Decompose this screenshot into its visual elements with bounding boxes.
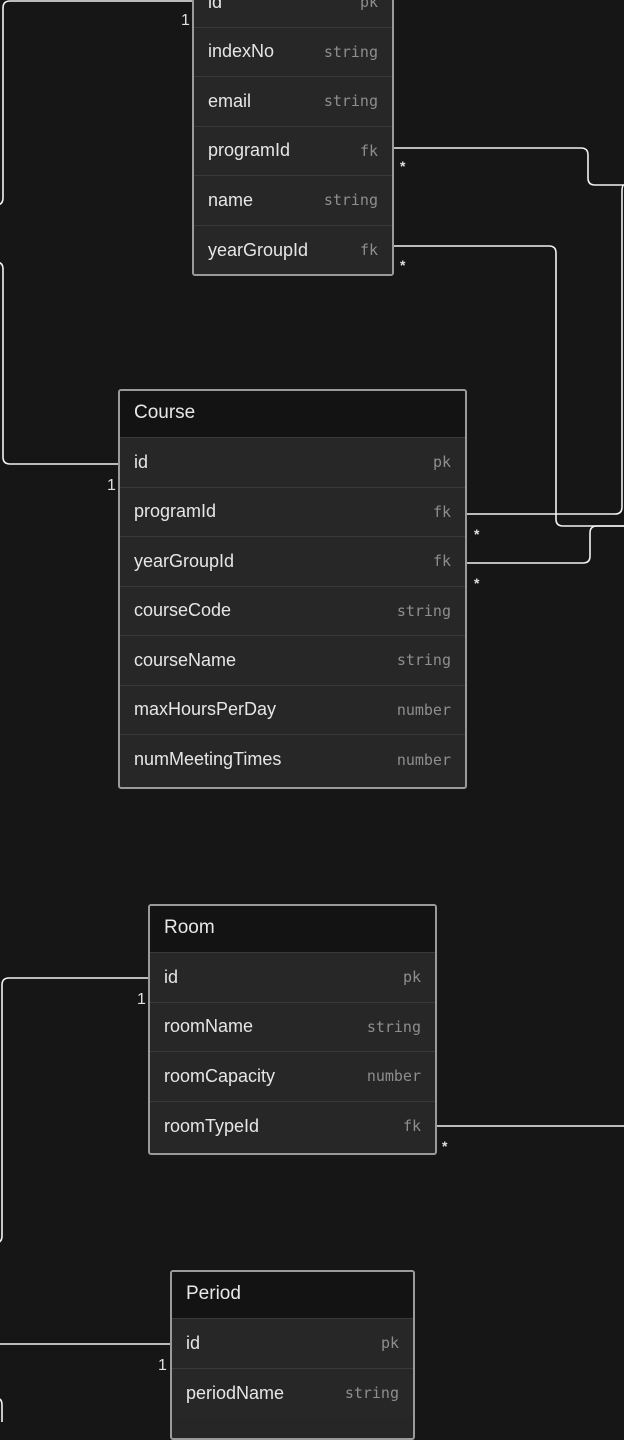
room-field-id[interactable]: id pk: [150, 953, 435, 1003]
cardinality-many-student-yearGroupId: *: [400, 257, 406, 273]
connector-period-bottom: [0, 1398, 3, 1422]
cardinality-one-student-id: 1: [181, 12, 190, 29]
cardinality-many-course-programId: *: [474, 526, 480, 542]
period-field-id[interactable]: id pk: [172, 1319, 413, 1369]
room-entity[interactable]: Room id pk roomName string roomCapacity …: [148, 904, 437, 1155]
connector-student-programId: [389, 147, 624, 186]
course-field-id[interactable]: id pk: [120, 438, 465, 488]
cardinality-one-course-id: 1: [107, 477, 116, 494]
connector-course-yearGroupId: [465, 525, 624, 564]
course-field-maxHoursPerDay[interactable]: maxHoursPerDay number: [120, 685, 465, 735]
cardinality-many-student-programId: *: [400, 158, 406, 174]
period-title: Period: [172, 1272, 413, 1319]
course-field-courseName[interactable]: courseName string: [120, 636, 465, 686]
course-field-yearGroupId[interactable]: yearGroupId fk: [120, 537, 465, 587]
room-field-roomCapacity[interactable]: roomCapacity number: [150, 1052, 435, 1102]
connector-course-programId: [465, 184, 624, 515]
connector-room-id: [0, 977, 154, 1243]
course-field-programId[interactable]: programId fk: [120, 487, 465, 537]
cardinality-one-room-id: 1: [137, 991, 146, 1008]
student-field-indexNo[interactable]: indexNo string: [194, 27, 392, 77]
cardinality-one-period-id: 1: [158, 1357, 167, 1374]
student-field-name[interactable]: name string: [194, 176, 392, 226]
course-field-courseCode[interactable]: courseCode string: [120, 586, 465, 636]
room-field-roomName[interactable]: roomName string: [150, 1002, 435, 1052]
student-field-yearGroupId[interactable]: yearGroupId fk: [194, 225, 392, 274]
student-field-id[interactable]: id pk: [194, 0, 392, 28]
course-title: Course: [120, 391, 465, 438]
connector-course-id-left: [0, 261, 124, 465]
cardinality-many-course-yearGroupId: *: [474, 575, 480, 591]
student-field-email[interactable]: email string: [194, 77, 392, 127]
period-field-periodName[interactable]: periodName string: [172, 1368, 413, 1418]
student-entity[interactable]: id pk indexNo string email string progra…: [192, 0, 394, 276]
room-field-roomTypeId[interactable]: roomTypeId fk: [150, 1101, 435, 1151]
course-field-numMeetingTimes[interactable]: numMeetingTimes number: [120, 735, 465, 785]
student-field-programId[interactable]: programId fk: [194, 126, 392, 176]
connector-student-id-left: [0, 0, 193, 206]
cardinality-many-room-roomTypeId: *: [442, 1138, 448, 1154]
period-entity[interactable]: Period id pk periodName string: [170, 1270, 415, 1440]
room-title: Room: [150, 906, 435, 953]
course-entity[interactable]: Course id pk programId fk yearGroupId fk…: [118, 389, 467, 789]
